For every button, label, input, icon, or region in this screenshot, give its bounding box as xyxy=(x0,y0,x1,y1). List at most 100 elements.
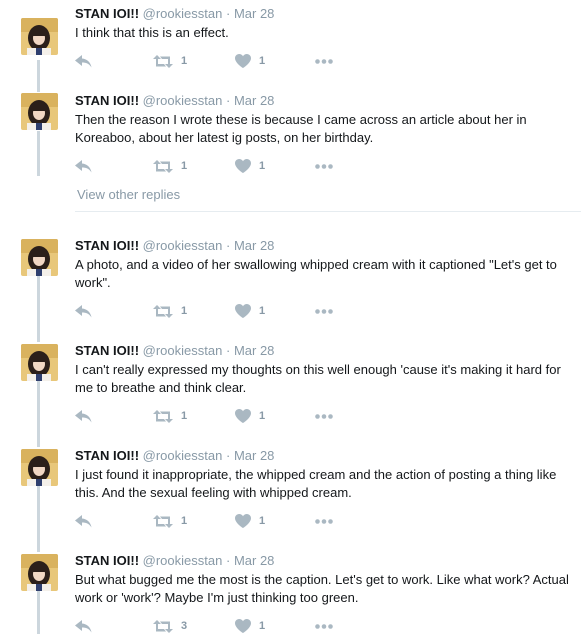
avatar[interactable] xyxy=(21,18,58,55)
like-count: 1 xyxy=(259,410,266,422)
heart-icon xyxy=(235,54,251,68)
separator: · xyxy=(225,448,231,463)
tweet-text: I can't really expressed my thoughts on … xyxy=(75,362,561,395)
more-icon xyxy=(315,413,333,419)
reply-icon xyxy=(75,514,92,527)
username[interactable]: @rookiesstan xyxy=(143,6,223,21)
divider xyxy=(75,211,581,212)
username[interactable]: @rookiesstan xyxy=(143,448,223,463)
tweet[interactable]: STAN IOI!! @rookiesstan · Mar 28 A photo… xyxy=(0,230,581,330)
heart-icon xyxy=(235,304,251,318)
avatar[interactable] xyxy=(21,449,58,486)
retweet-button[interactable]: 1 xyxy=(153,513,187,529)
timestamp[interactable]: Mar 28 xyxy=(234,6,274,21)
retweet-icon xyxy=(153,409,173,423)
heart-icon xyxy=(235,619,251,633)
username[interactable]: @rookiesstan xyxy=(143,553,223,568)
more-icon xyxy=(315,308,333,314)
tweet[interactable]: STAN IOI!! @rookiesstan · Mar 28 Then th… xyxy=(0,84,581,184)
reply-button[interactable] xyxy=(75,303,92,319)
reply-icon xyxy=(75,159,92,172)
tweet-header: STAN IOI!! @rookiesstan · Mar 28 xyxy=(75,93,575,108)
retweet-icon xyxy=(153,304,173,318)
tweet-header: STAN IOI!! @rookiesstan · Mar 28 xyxy=(75,553,575,568)
reply-button[interactable] xyxy=(75,53,92,69)
tweet-header: STAN IOI!! @rookiesstan · Mar 28 xyxy=(75,238,575,253)
separator: · xyxy=(225,343,231,358)
more-icon xyxy=(315,163,333,169)
more-button[interactable] xyxy=(315,158,333,174)
reply-button[interactable] xyxy=(75,513,92,529)
timestamp[interactable]: Mar 28 xyxy=(234,448,274,463)
timestamp[interactable]: Mar 28 xyxy=(234,553,274,568)
timestamp[interactable]: Mar 28 xyxy=(234,93,274,108)
tweet-header: STAN IOI!! @rookiesstan · Mar 28 xyxy=(75,6,575,21)
like-button[interactable]: 1 xyxy=(235,158,265,174)
like-button[interactable]: 1 xyxy=(235,53,265,69)
tweet-header: STAN IOI!! @rookiesstan · Mar 28 xyxy=(75,448,575,463)
display-name[interactable]: STAN IOI!! xyxy=(75,553,139,568)
like-button[interactable]: 1 xyxy=(235,303,265,319)
display-name[interactable]: STAN IOI!! xyxy=(75,93,139,108)
avatar[interactable] xyxy=(21,93,58,130)
tweet-actions: 1 1 xyxy=(75,408,375,424)
retweet-button[interactable]: 1 xyxy=(153,303,187,319)
heart-icon xyxy=(235,159,251,173)
more-button[interactable] xyxy=(315,618,333,634)
avatar[interactable] xyxy=(21,239,58,276)
tweet[interactable]: STAN IOI!! @rookiesstan · Mar 28 I think… xyxy=(0,0,581,80)
avatar[interactable] xyxy=(21,344,58,381)
view-other-replies-link[interactable]: View other replies xyxy=(77,187,180,202)
like-count: 1 xyxy=(259,305,266,317)
tweet-text: A photo, and a video of her swallowing w… xyxy=(75,257,557,290)
like-button[interactable]: 1 xyxy=(235,513,265,529)
timestamp[interactable]: Mar 28 xyxy=(234,343,274,358)
display-name[interactable]: STAN IOI!! xyxy=(75,6,139,21)
separator: · xyxy=(225,238,231,253)
more-icon xyxy=(315,518,333,524)
username[interactable]: @rookiesstan xyxy=(143,93,223,108)
like-count: 1 xyxy=(259,160,266,172)
tweet-text: I think that this is an effect. xyxy=(75,25,229,40)
more-button[interactable] xyxy=(315,53,333,69)
username[interactable]: @rookiesstan xyxy=(143,238,223,253)
tweet-actions: 1 1 xyxy=(75,53,375,69)
retweet-icon xyxy=(153,159,173,173)
like-button[interactable]: 1 xyxy=(235,618,265,634)
more-icon xyxy=(315,58,333,64)
display-name[interactable]: STAN IOI!! xyxy=(75,238,139,253)
retweet-button[interactable]: 1 xyxy=(153,158,187,174)
more-button[interactable] xyxy=(315,408,333,424)
tweet[interactable]: STAN IOI!! @rookiesstan · Mar 28 I can't… xyxy=(0,335,581,435)
separator: · xyxy=(225,6,231,21)
like-button[interactable]: 1 xyxy=(235,408,265,424)
tweet[interactable]: STAN IOI!! @rookiesstan · Mar 28 But wha… xyxy=(0,545,581,634)
heart-icon xyxy=(235,409,251,423)
retweet-icon xyxy=(153,54,173,68)
reply-icon xyxy=(75,54,92,67)
retweet-count: 1 xyxy=(181,55,188,67)
display-name[interactable]: STAN IOI!! xyxy=(75,343,139,358)
retweet-count: 1 xyxy=(181,410,188,422)
timestamp[interactable]: Mar 28 xyxy=(234,238,274,253)
username[interactable]: @rookiesstan xyxy=(143,343,223,358)
display-name[interactable]: STAN IOI!! xyxy=(75,448,139,463)
tweet-actions: 1 1 xyxy=(75,303,375,319)
avatar[interactable] xyxy=(21,554,58,591)
retweet-icon xyxy=(153,619,173,633)
reply-button[interactable] xyxy=(75,408,92,424)
tweet-text: But what bugged me the most is the capti… xyxy=(75,572,569,605)
tweet-actions: 1 1 xyxy=(75,513,375,529)
tweet-actions: 1 1 xyxy=(75,158,375,174)
tweet-actions: 3 1 xyxy=(75,618,375,634)
more-button[interactable] xyxy=(315,513,333,529)
retweet-button[interactable]: 1 xyxy=(153,53,187,69)
reply-icon xyxy=(75,304,92,317)
tweet[interactable]: STAN IOI!! @rookiesstan · Mar 28 I just … xyxy=(0,440,581,540)
more-button[interactable] xyxy=(315,303,333,319)
reply-button[interactable] xyxy=(75,618,92,634)
retweet-button[interactable]: 1 xyxy=(153,408,187,424)
retweet-button[interactable]: 3 xyxy=(153,618,187,634)
tweet-text: I just found it inappropriate, the whipp… xyxy=(75,467,557,500)
reply-button[interactable] xyxy=(75,158,92,174)
